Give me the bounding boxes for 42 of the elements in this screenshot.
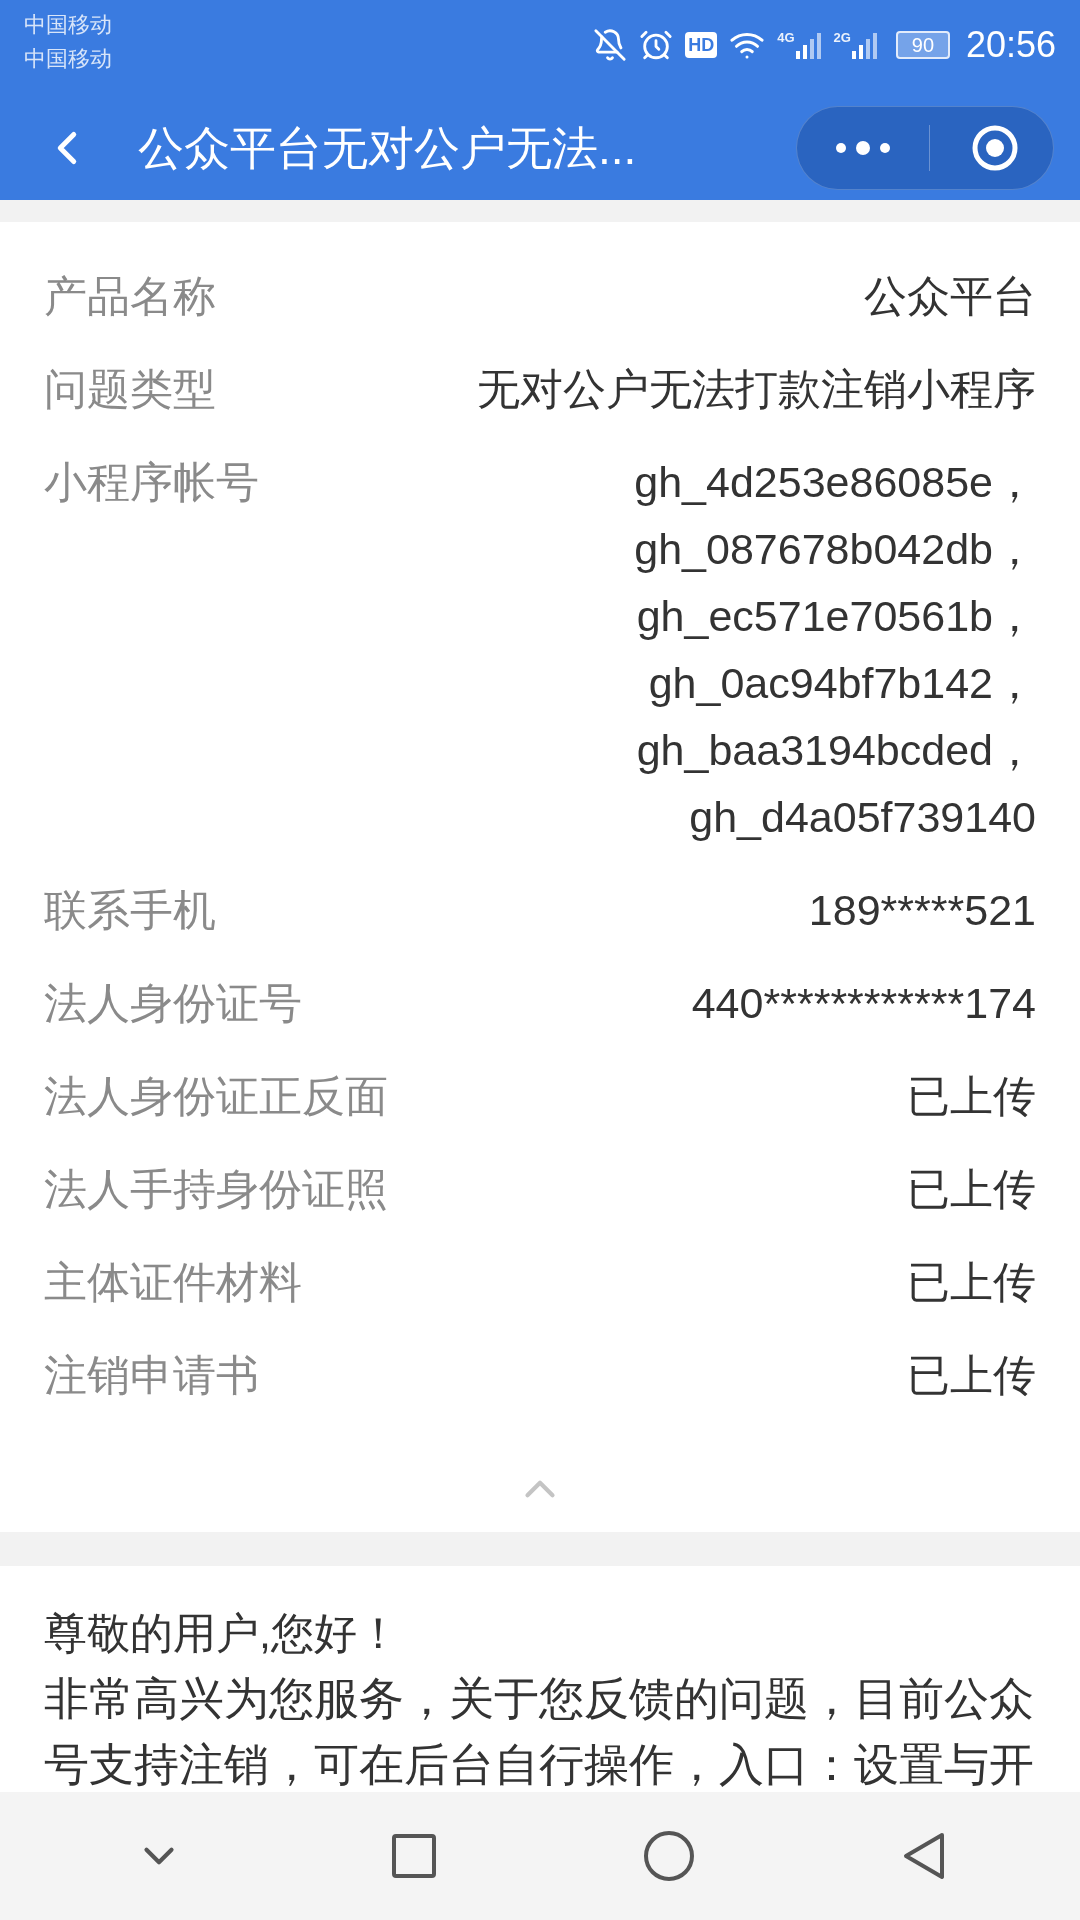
back-nav-icon[interactable] (902, 1831, 946, 1881)
field-value: gh_ec571e70561b， (636, 591, 1036, 642)
carrier-name: 中国移动 (24, 45, 112, 73)
clock-time: 20:56 (965, 23, 1056, 67)
field-value: gh_4d253e86085e， (634, 457, 1036, 508)
field-label: 法人身份证号 (44, 978, 302, 1029)
reply-paragraph: 非常高兴为您服务，关于您反馈的问题，目前公众号支持注销，可在后台自行操作，入口：设置与开 (44, 1673, 1035, 1791)
field-value: 无对公户无法打款注销小程序 (477, 364, 1036, 415)
carrier-name: 中国移动 (24, 11, 112, 39)
field-value: 已上传 (907, 1071, 1036, 1122)
home-icon[interactable] (644, 1831, 694, 1881)
battery-indicator: 90 (895, 31, 950, 59)
field-value: gh_087678b042db， (634, 524, 1036, 575)
network-type-label: 4G (777, 31, 795, 44)
network-type-label: 2G (833, 31, 851, 44)
alarm-icon (639, 28, 674, 62)
field-value: gh_0ac94bf7b142， (648, 658, 1036, 709)
field-label: 法人手持身份证照 (44, 1164, 388, 1215)
field-value: gh_d4a05f739140 (689, 792, 1036, 843)
field-label: 小程序帐号 (44, 457, 259, 508)
field-label: 法人身份证正反面 (44, 1071, 388, 1122)
field-label: 产品名称 (44, 271, 216, 322)
muted-icon (593, 28, 628, 62)
recents-icon[interactable] (392, 1834, 436, 1878)
field-value: 已上传 (907, 1257, 1036, 1308)
field-label: 主体证件材料 (44, 1257, 302, 1308)
greeting-text: 尊敬的用户,您好！ (44, 1608, 401, 1659)
field-value: gh_baa3194bcded， (636, 725, 1036, 776)
field-value: 公众平台 (864, 271, 1036, 322)
hd-badge: HD (685, 32, 718, 58)
field-label: 联系手机 (44, 885, 216, 936)
page-title: 公众平台无对公户无法... (138, 120, 637, 176)
close-target-icon[interactable] (970, 123, 1020, 173)
field-label: 注销申请书 (44, 1350, 259, 1401)
field-value: 440************174 (691, 978, 1036, 1029)
field-value: 已上传 (907, 1350, 1036, 1401)
field-value: 已上传 (907, 1164, 1036, 1215)
more-icon[interactable] (835, 140, 891, 156)
signal-icon (795, 31, 822, 59)
signal-icon (851, 31, 878, 59)
field-label: 问题类型 (44, 364, 216, 415)
field-value: 189*****521 (808, 885, 1036, 936)
